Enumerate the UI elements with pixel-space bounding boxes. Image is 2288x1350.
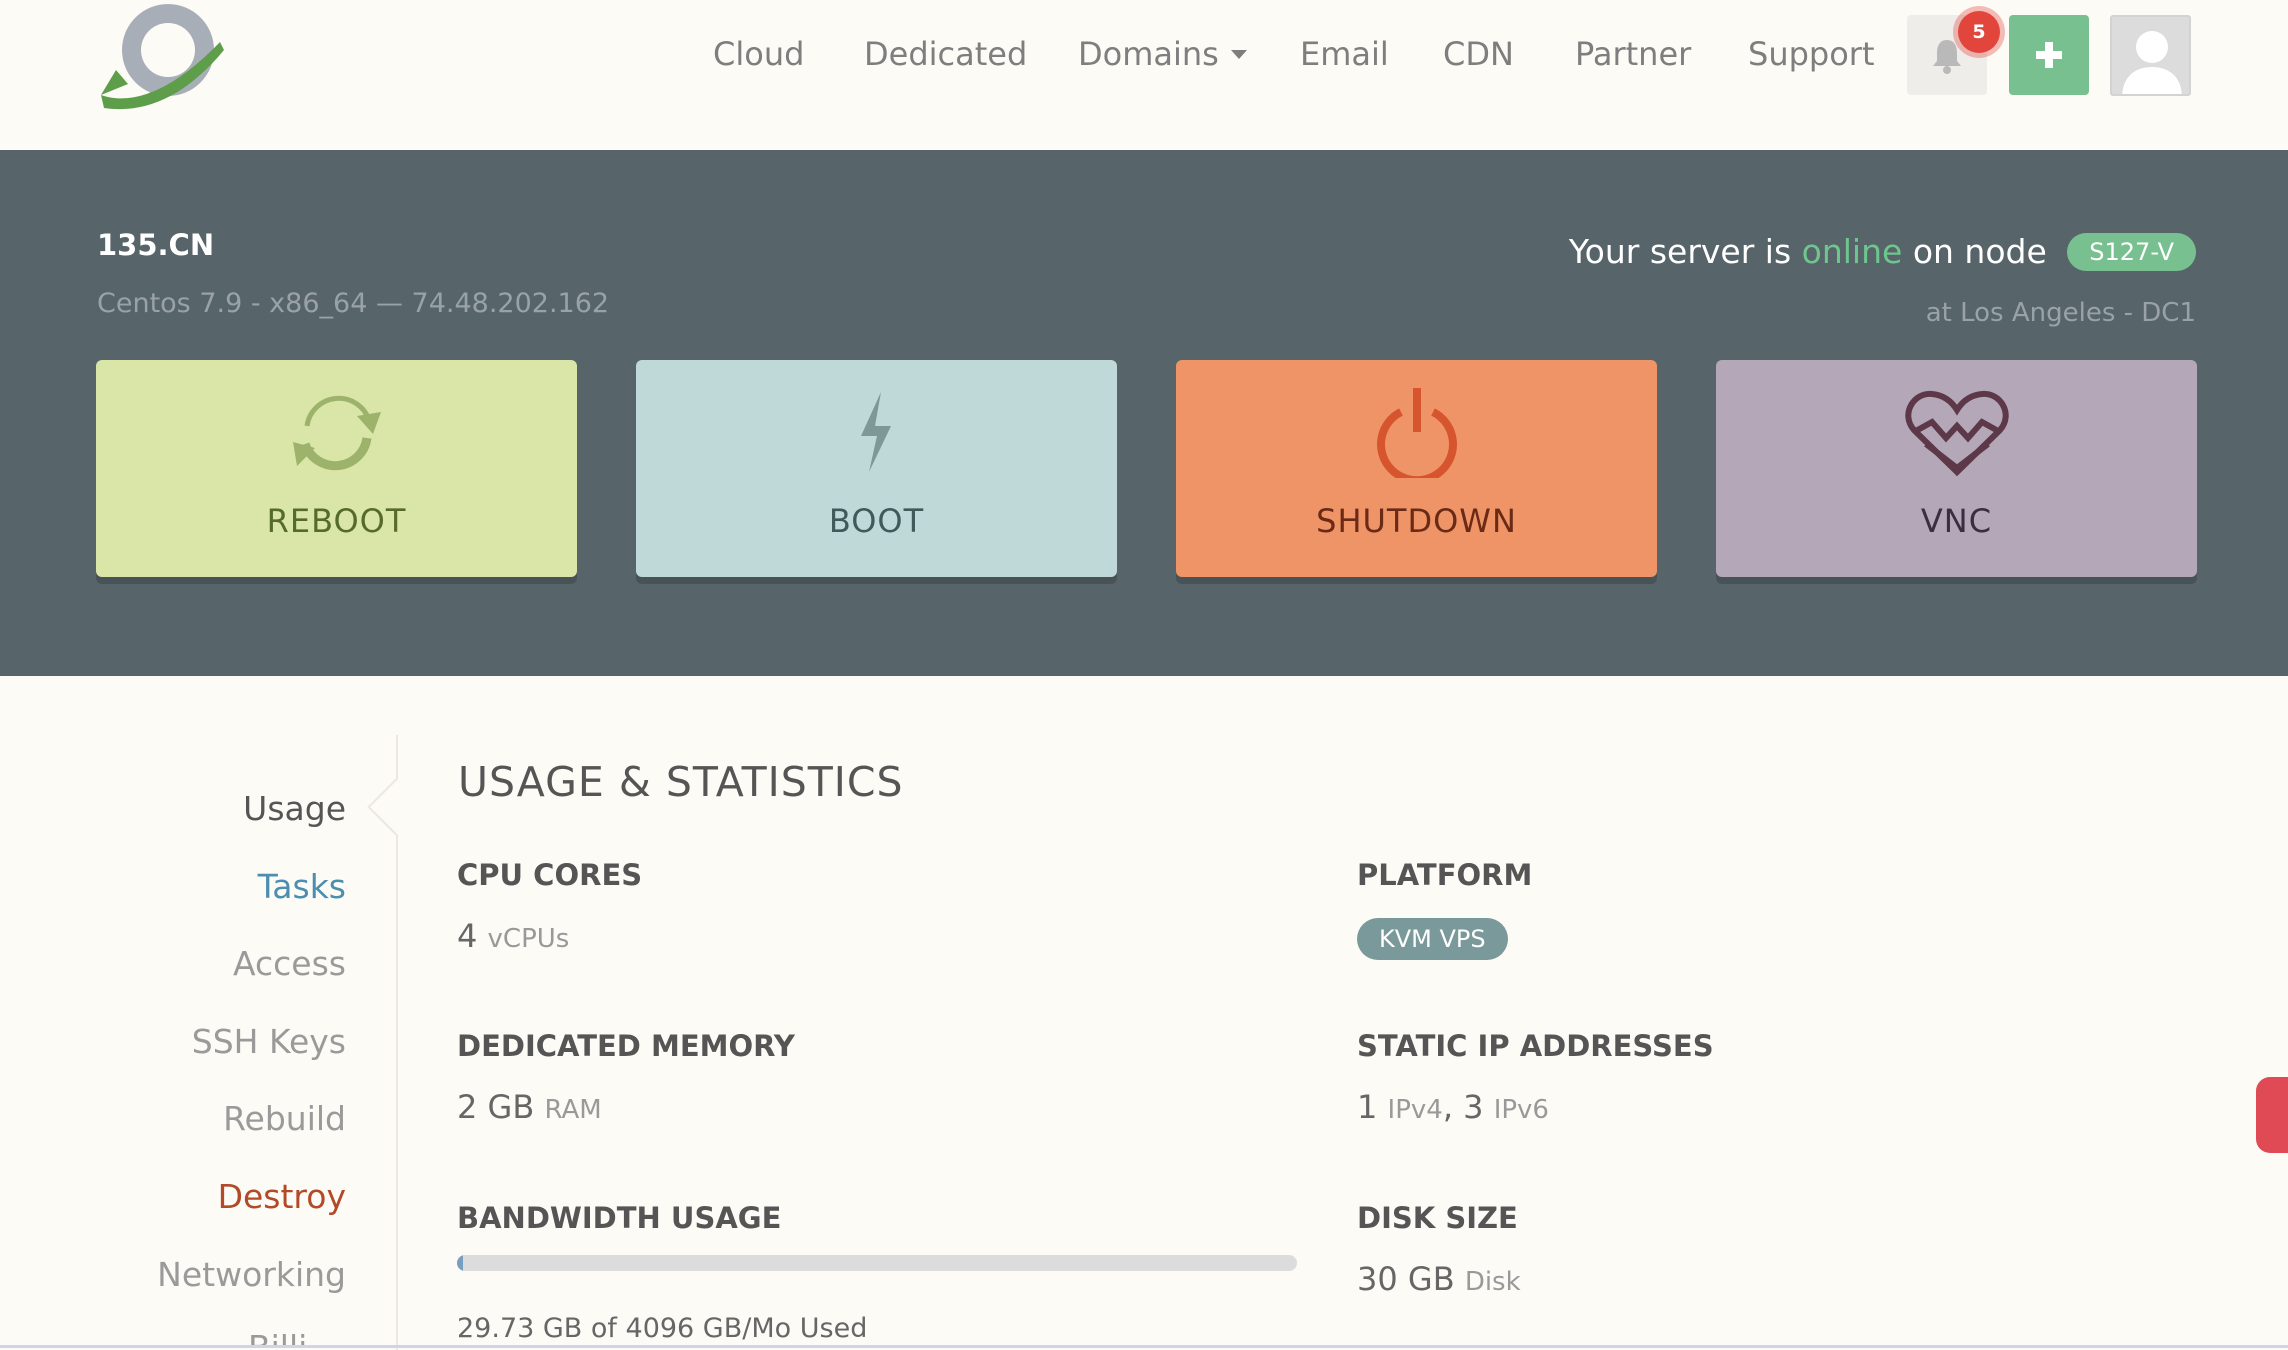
boot-button[interactable]: BOOT [636,360,1117,577]
user-avatar-button[interactable] [2110,15,2191,96]
status-prefix: Your server is [1568,232,1792,271]
memory-unit: RAM [544,1095,602,1125]
cpu-unit: vCPUs [487,924,570,954]
ipv6-count: 3 [1463,1088,1484,1126]
disk-unit: Disk [1464,1267,1521,1297]
ip-value: 1 IPv4, 3 IPv6 [1357,1088,1549,1126]
vnc-button[interactable]: VNC [1716,360,2197,577]
reboot-label: REBOOT [266,502,407,540]
shutdown-label: SHUTDOWN [1316,502,1517,540]
cpu-count: 4 [457,917,478,955]
add-button[interactable] [2009,15,2089,95]
status-suffix: on node [1912,232,2047,271]
nav-domains-label: Domains [1078,35,1219,73]
server-status: Your server is online on node S127-V [1569,232,2196,273]
platform-badge: KVM VPS [1357,918,1508,960]
bandwidth-label: BANDWIDTH USAGE [457,1201,782,1235]
nav-partner[interactable]: Partner [1575,28,1691,80]
nav-email[interactable]: Email [1300,28,1389,80]
notification-badge: 5 [1958,11,2000,53]
cpu-value: 4 vCPUs [457,917,569,955]
disk-amount: 30 GB [1357,1260,1455,1298]
status-online-text: online [1801,232,1903,271]
server-sidebar: Usage Tasks Access SSH Keys Rebuild Dest… [0,735,427,1350]
disk-label: DISK SIZE [1357,1201,1518,1235]
nav-dedicated[interactable]: Dedicated [864,28,1027,80]
notifications-button[interactable]: 5 [1907,11,2000,95]
bell-icon [1933,40,1961,74]
bandwidth-used-text: 29.73 GB of 4096 GB/Mo Used [457,1313,868,1344]
server-location: at Los Angeles - DC1 [1925,298,2196,328]
sidebar-item-tasks[interactable]: Tasks [258,867,346,906]
bandwidth-progress-bar [457,1255,1297,1271]
memory-amount: 2 GB [457,1088,535,1126]
ipv4-count: 1 [1357,1088,1378,1126]
page-title: USAGE & STATISTICS [458,758,904,806]
server-name: 135.CN [97,228,215,262]
heart-pulse-icon [1904,390,2009,477]
vnc-label: VNC [1920,502,1993,540]
sidebar-item-ssh-keys[interactable]: SSH Keys [192,1022,346,1061]
platform-label: PLATFORM [1357,858,1533,892]
chevron-down-icon [1230,49,1247,59]
shutdown-button[interactable]: SHUTDOWN [1176,360,1657,577]
boot-label: BOOT [828,502,925,540]
ipv6-unit: IPv6 [1493,1095,1549,1125]
ip-separator: , [1442,1088,1453,1126]
node-badge: S127-V [2067,232,2196,271]
memory-label: DEDICATED MEMORY [457,1029,795,1063]
active-pointer [367,777,427,837]
sidebar-item-rebuild[interactable]: Rebuild [223,1099,346,1138]
server-hero: 135.CN Centos 7.9 - x86_64 — 74.48.202.1… [0,150,2288,676]
reboot-button[interactable]: REBOOT [96,360,577,577]
power-icon [1376,388,1457,478]
logo[interactable] [96,0,226,112]
refresh-icon [292,395,381,471]
nav-domains[interactable]: Domains [1078,28,1247,80]
server-subtitle: Centos 7.9 - x86_64 — 74.48.202.162 [97,288,610,319]
lightning-icon [860,392,891,472]
cpu-label: CPU CORES [457,858,643,892]
top-navbar: Cloud Dedicated Domains Email CDN Partne… [0,0,2288,150]
ipv4-unit: IPv4 [1387,1095,1443,1125]
sidebar-item-usage[interactable]: Usage [243,789,346,828]
user-icon [2122,31,2182,94]
sidebar-item-destroy[interactable]: Destroy [218,1177,346,1216]
sidebar-item-networking[interactable]: Networking [157,1255,346,1294]
disk-value: 30 GB Disk [1357,1260,1521,1298]
bandwidth-progress-fill [457,1255,464,1271]
nav-cdn[interactable]: CDN [1443,28,1514,80]
nav-support[interactable]: Support [1748,28,1875,80]
nav-cloud[interactable]: Cloud [713,28,804,80]
sidebar-item-access[interactable]: Access [233,944,346,983]
memory-value: 2 GB RAM [457,1088,602,1126]
plus-icon [2036,42,2062,68]
side-feedback-tab[interactable] [2256,1077,2288,1153]
bottom-divider [0,1345,2288,1348]
ip-label: STATIC IP ADDRESSES [1357,1029,1714,1063]
